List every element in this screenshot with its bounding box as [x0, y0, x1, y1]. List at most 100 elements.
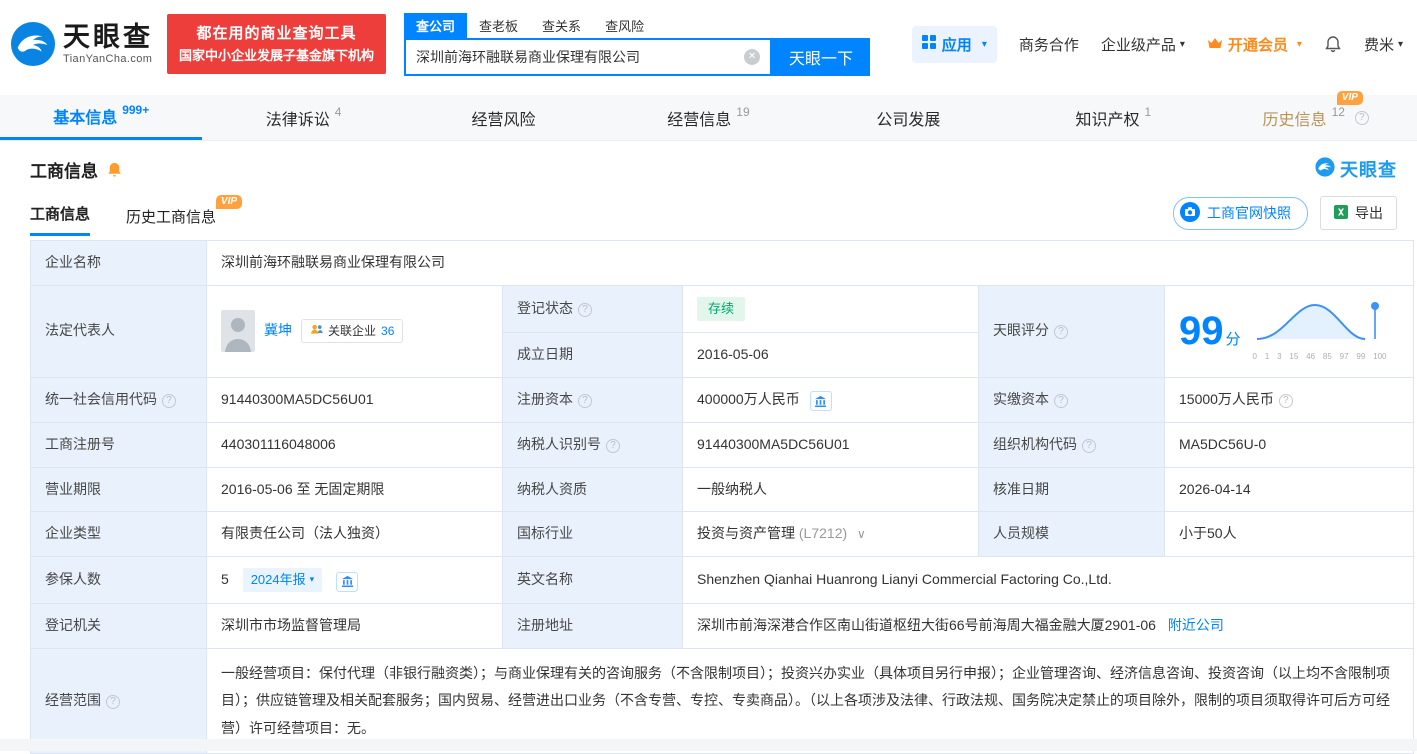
section-head: 工商信息 天眼查: [0, 141, 1417, 182]
tab-operation-info-label: 经营信息: [667, 106, 731, 130]
subscribe-bell-icon[interactable]: [106, 161, 123, 178]
username-label: 费米: [1364, 34, 1394, 55]
legal-rep-photo[interactable]: [221, 310, 255, 352]
table-row: 法定代表人 冀坤 关联企业 36 登记状态 存续: [31, 285, 1414, 332]
tab-company-development-label: 公司发展: [876, 106, 940, 130]
subtab-history-business-info[interactable]: VIP 历史工商信息: [126, 206, 216, 236]
org-code-value: MA5DC56U-0: [1165, 423, 1414, 468]
annual-report-tag[interactable]: 2024年报: [243, 568, 322, 592]
capital-bank-icon[interactable]: [810, 391, 832, 411]
history-help-icon[interactable]: [1355, 111, 1369, 125]
export-button[interactable]: 导出: [1320, 196, 1397, 230]
tab-legal-proceedings[interactable]: 法律诉讼 4: [202, 95, 404, 140]
registry-value: 深圳市市场监督管理局: [207, 604, 503, 649]
business-cooperation-link[interactable]: 商务合作: [1019, 34, 1079, 55]
page-bottom-strip: [0, 739, 1417, 751]
approval-date-label: 核准日期: [979, 467, 1165, 512]
tab-operation-info-count: 19: [736, 105, 749, 119]
paid-capital-help-icon[interactable]: [1054, 394, 1068, 408]
company-name-label: 企业名称: [31, 241, 207, 286]
crown-icon: [1207, 36, 1223, 53]
tab-operation-risk-label: 经营风险: [472, 106, 536, 130]
vip-label: 开通会员: [1228, 34, 1288, 55]
search-tab-boss[interactable]: 查老板: [467, 13, 530, 38]
scope-help-icon[interactable]: [106, 695, 120, 709]
reg-number-label: 工商注册号: [31, 423, 207, 468]
tab-operation-info[interactable]: 经营信息 19: [607, 95, 809, 140]
business-info-table: 企业名称 深圳前海环融联易商业保理有限公司 法定代表人 冀坤 关联企业 36: [30, 240, 1414, 754]
tianyancha-logo[interactable]: 天眼查 TianYanCha.com: [10, 21, 153, 67]
official-snapshot-button[interactable]: 工商官网快照: [1173, 197, 1308, 230]
tab-legal-proceedings-count: 4: [335, 105, 342, 119]
company-search-input[interactable]: [416, 49, 744, 65]
search-tab-risk[interactable]: 查风险: [593, 13, 656, 38]
legal-rep-cell: 冀坤 关联企业 36: [207, 285, 503, 377]
tab-operation-risk[interactable]: 经营风险: [405, 95, 607, 140]
subtab-history-business-info-label: 历史工商信息: [126, 209, 216, 226]
enterprise-products-label: 企业级产品: [1101, 34, 1176, 55]
search-button[interactable]: 天眼一下: [772, 38, 870, 76]
reg-capital-help-icon[interactable]: [578, 394, 592, 408]
tab-basic-info-count: 999+: [122, 103, 149, 117]
enterprise-products-menu[interactable]: 企业级产品: [1101, 34, 1185, 55]
user-menu[interactable]: 费米: [1364, 34, 1403, 55]
subtab-business-info[interactable]: 工商信息: [30, 203, 90, 236]
english-name-label: 英文名称: [503, 557, 683, 604]
slogan-banner: 都在用的商业查询工具 国家中小企业发展子基金旗下机构: [167, 14, 386, 73]
related-companies-badge[interactable]: 关联企业 36: [301, 319, 403, 344]
business-term-label: 营业期限: [31, 467, 207, 512]
staff-size-label: 人员规模: [979, 512, 1165, 557]
industry-label: 国标行业: [503, 512, 683, 557]
tab-intellectual-property[interactable]: 知识产权1: [1012, 95, 1214, 140]
taxpayer-id-help-icon[interactable]: [606, 439, 620, 453]
slogan-line1: 都在用的商业查询工具: [179, 22, 374, 45]
table-row: 企业类型 有限责任公司（法人独资） 国标行业 投资与资产管理 (L7212) 人…: [31, 512, 1414, 557]
insured-label: 参保人数: [31, 557, 207, 604]
vip-upgrade-link[interactable]: 开通会员: [1207, 34, 1302, 55]
clear-search-icon[interactable]: [744, 49, 760, 65]
paid-capital-value-help-icon[interactable]: [1279, 394, 1293, 408]
address-label: 注册地址: [503, 604, 683, 649]
watermark-logo-icon: [1315, 157, 1335, 182]
org-code-help-icon[interactable]: [1082, 439, 1096, 453]
credit-code-help-icon[interactable]: [162, 394, 176, 408]
scope-label: 经营范围: [31, 648, 207, 753]
reg-status-label-text: 登记状态: [517, 300, 573, 316]
table-row: 经营范围 一般经营项目：保付代理（非银行融资类）；与商业保理有关的咨询服务（不含…: [31, 648, 1414, 753]
table-row: 参保人数 5 2024年报 英文名称 Shenzhen Qianhai Huan…: [31, 557, 1414, 604]
tab-basic-info[interactable]: 基本信息999+: [0, 95, 202, 140]
related-companies-count: 36: [381, 322, 394, 341]
legal-rep-name-link[interactable]: 冀坤: [264, 320, 292, 342]
tab-history-info[interactable]: VIP 历史信息 12: [1215, 95, 1417, 140]
credit-code-label: 统一社会信用代码: [31, 377, 207, 423]
apps-menu[interactable]: 应用: [912, 26, 997, 63]
org-code-label-text: 组织机构代码: [993, 436, 1077, 452]
insured-bank-icon[interactable]: [336, 572, 358, 592]
nearby-companies-link[interactable]: 附近公司: [1168, 617, 1224, 633]
apps-grid-icon: [922, 35, 936, 53]
score-help-icon[interactable]: [1054, 325, 1068, 339]
business-term-value: 2016-05-06 至 无固定期限: [207, 467, 503, 512]
tab-company-development[interactable]: 公司发展: [810, 95, 1012, 140]
related-companies-label: 关联企业: [328, 322, 376, 341]
table-row: 统一社会信用代码 91440300MA5DC56U01 注册资本 400000万…: [31, 377, 1414, 423]
tab-legal-proceedings-label: 法律诉讼: [266, 106, 330, 130]
paid-capital-value: 15000万人民币: [1179, 391, 1274, 407]
staff-size-value: 小于50人: [1165, 512, 1414, 557]
search-area: 查公司 查老板 查关系 查风险 天眼一下: [404, 13, 870, 76]
reg-status-help-icon[interactable]: [578, 303, 592, 317]
scope-label-text: 经营范围: [45, 692, 101, 708]
credit-code-label-text: 统一社会信用代码: [45, 391, 157, 407]
industry-expand-chevron-icon[interactable]: [857, 527, 866, 541]
section-watermark-logo: 天眼查: [1315, 156, 1397, 182]
tianyan-score-cell: 99分 0131546859799100: [1165, 285, 1414, 377]
subtab-actions: 工商官网快照 导出: [1173, 196, 1397, 236]
search-tab-relation[interactable]: 查关系: [530, 13, 593, 38]
address-value: 深圳市前海深港合作区南山街道枢纽大街66号前海周大福金融大厦2901-06: [697, 617, 1156, 633]
search-tab-company[interactable]: 查公司: [404, 13, 467, 38]
score-number: 99: [1179, 309, 1224, 353]
notifications-bell-icon[interactable]: [1324, 35, 1342, 53]
slogan-line2: 国家中小企业发展子基金旗下机构: [179, 46, 374, 66]
legal-representative: 冀坤 关联企业 36: [221, 310, 488, 352]
table-row: 登记机关 深圳市市场监督管理局 注册地址 深圳市前海深港合作区南山街道枢纽大街6…: [31, 604, 1414, 649]
